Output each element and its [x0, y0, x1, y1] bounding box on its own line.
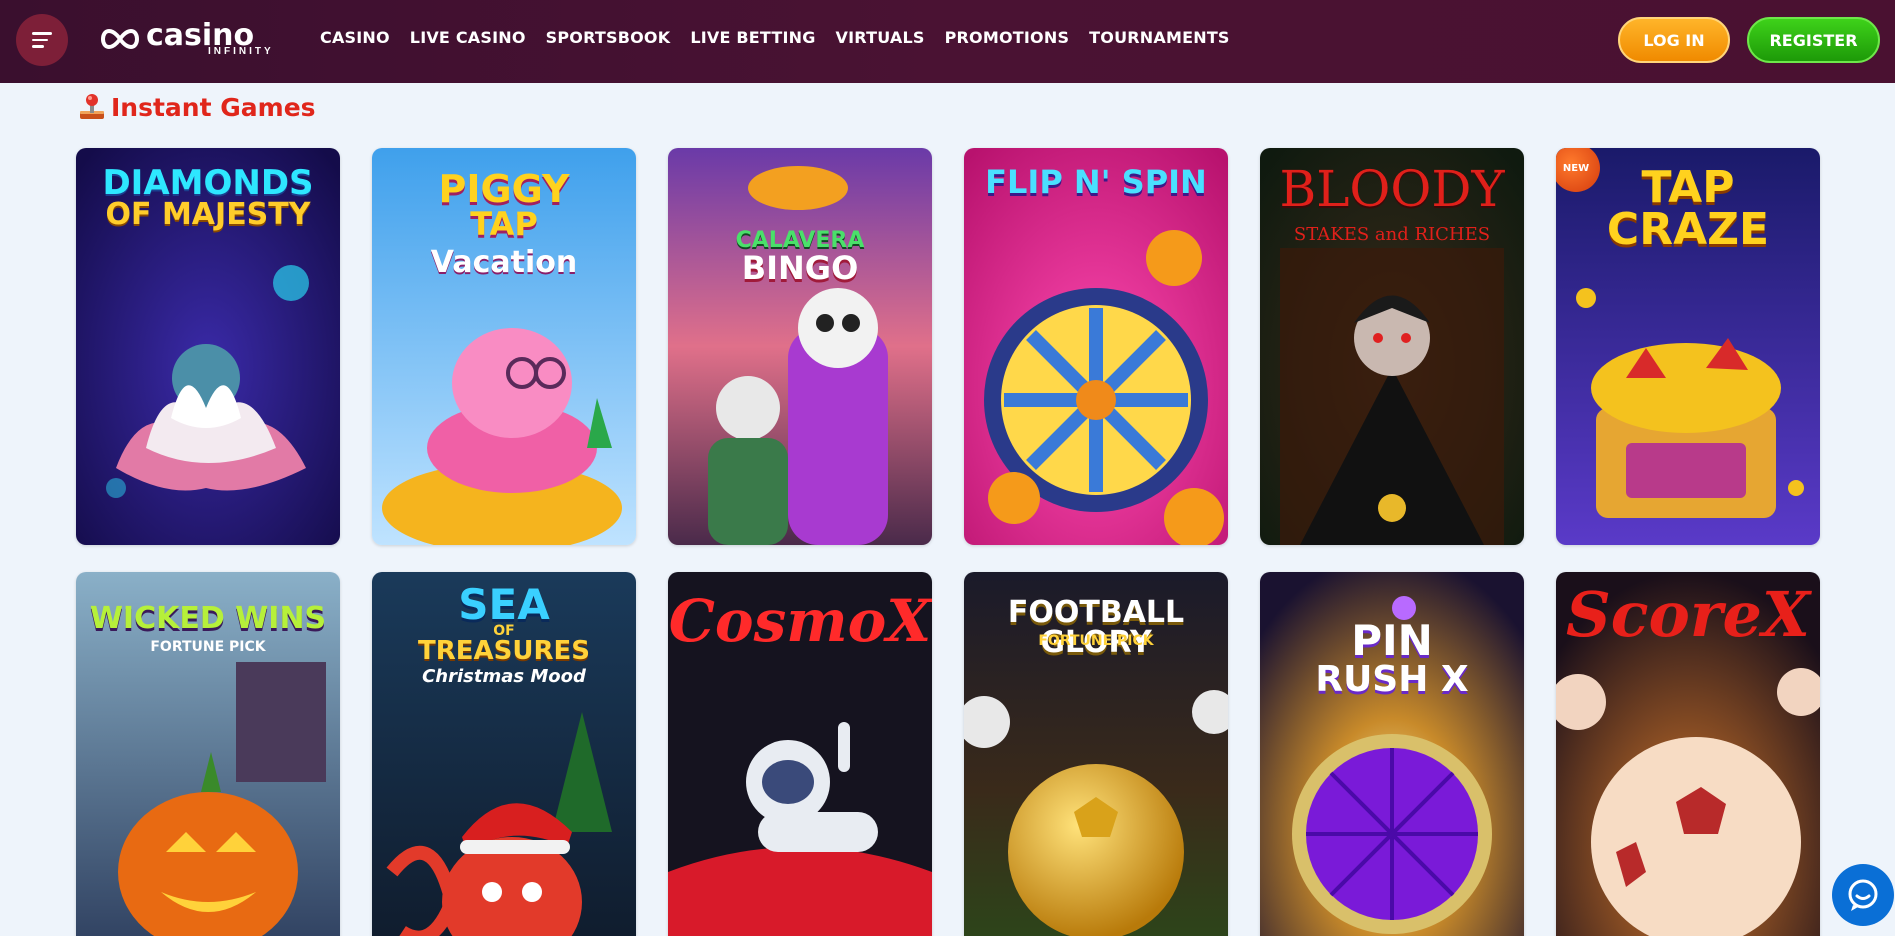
game-tile-pin-rush-x[interactable]: PIN RUSH X — [1260, 572, 1524, 936]
live-chat-button[interactable] — [1832, 864, 1894, 926]
game-title-line: PIN — [1351, 616, 1433, 665]
main-nav: CASINO LIVE CASINO SPORTSBOOK LIVE BETTI… — [320, 28, 1250, 47]
nav-sportsbook[interactable]: SPORTSBOOK — [546, 28, 671, 47]
login-button[interactable]: LOG IN — [1618, 17, 1730, 63]
game-title-line: RUSH X — [1315, 659, 1469, 700]
nav-live-casino[interactable]: LIVE CASINO — [410, 28, 526, 47]
game-title-line: STAKES and RICHES — [1293, 224, 1491, 245]
game-tile-tap-craze[interactable]: NEW TAP CRAZE — [1556, 148, 1820, 545]
chat-bubble-icon — [1848, 879, 1878, 911]
section-title: Instant Games — [111, 92, 316, 122]
register-button[interactable]: REGISTER — [1747, 17, 1880, 63]
game-title-line: PIGGY — [438, 167, 570, 211]
game-title-line: FORTUNE PICK — [150, 639, 266, 655]
game-tile-cosmox[interactable]: CosmoX — [668, 572, 932, 936]
game-title-line: FORTUNE PICK — [1038, 633, 1154, 649]
game-title-line: FOOTBALL GLORY — [1007, 595, 1185, 660]
logo-secondary-text: INFINITY — [208, 46, 274, 57]
nav-tournaments[interactable]: TOURNAMENTS — [1089, 28, 1229, 47]
game-title-line: SEA — [458, 580, 550, 629]
joystick-icon — [80, 94, 104, 119]
nav-casino[interactable]: CASINO — [320, 28, 390, 47]
game-tile-wicked-wins[interactable]: WICKED WINS FORTUNE PICK — [76, 572, 340, 936]
game-artwork — [964, 148, 1228, 545]
game-title-line: Christmas Mood — [422, 666, 586, 687]
game-tile-calavera-bingo[interactable]: CALAVERA BINGO — [668, 148, 932, 545]
game-title-line: DIAMONDS — [102, 163, 314, 203]
menu-button[interactable] — [16, 14, 68, 66]
game-title-line: OF MAJESTY — [105, 197, 311, 232]
game-title-line: TAP — [470, 205, 538, 243]
site-logo[interactable]: casino INFINITY — [98, 18, 290, 60]
game-tile-piggy-tap-vacation[interactable]: PIGGY TAP Vacation — [372, 148, 636, 545]
section-heading: Instant Games — [77, 92, 316, 122]
game-title-line: TREASURES — [418, 636, 590, 666]
game-tile-scorex[interactable]: ScoreX — [1556, 572, 1820, 936]
infinity-icon — [101, 28, 139, 50]
game-tile-bloody-stakes[interactable]: BLOODY STAKES and RICHES — [1260, 148, 1524, 545]
nav-live-betting[interactable]: LIVE BETTING — [690, 28, 815, 47]
game-tile-flip-n-spin[interactable]: FLIP N' SPIN — [964, 148, 1228, 545]
game-title-line: CosmoX — [668, 587, 932, 655]
game-title-line: ScoreX — [1565, 578, 1811, 651]
game-title-line: FLIP N' SPIN — [985, 163, 1207, 201]
nav-virtuals[interactable]: VIRTUALS — [836, 28, 925, 47]
game-artwork — [668, 148, 932, 545]
game-tile-sea-of-treasures[interactable]: SEA OF TREASURES Christmas Mood — [372, 572, 636, 936]
game-title-line: BLOODY — [1279, 160, 1505, 218]
game-title-line: WICKED WINS — [89, 601, 327, 636]
nav-promotions[interactable]: PROMOTIONS — [945, 28, 1070, 47]
game-tile-football-glory[interactable]: FOOTBALL GLORY FORTUNE PICK — [964, 572, 1228, 936]
game-title-line: Vacation — [430, 245, 578, 280]
game-title-line: BINGO — [741, 249, 859, 287]
game-title-line: CRAZE — [1606, 204, 1770, 255]
hamburger-icon — [32, 28, 52, 52]
game-tile-diamonds-of-majesty[interactable]: DIAMONDS OF MAJESTY — [76, 148, 340, 545]
top-navigation-bar: casino INFINITY CASINO LIVE CASINO SPORT… — [0, 0, 1895, 83]
